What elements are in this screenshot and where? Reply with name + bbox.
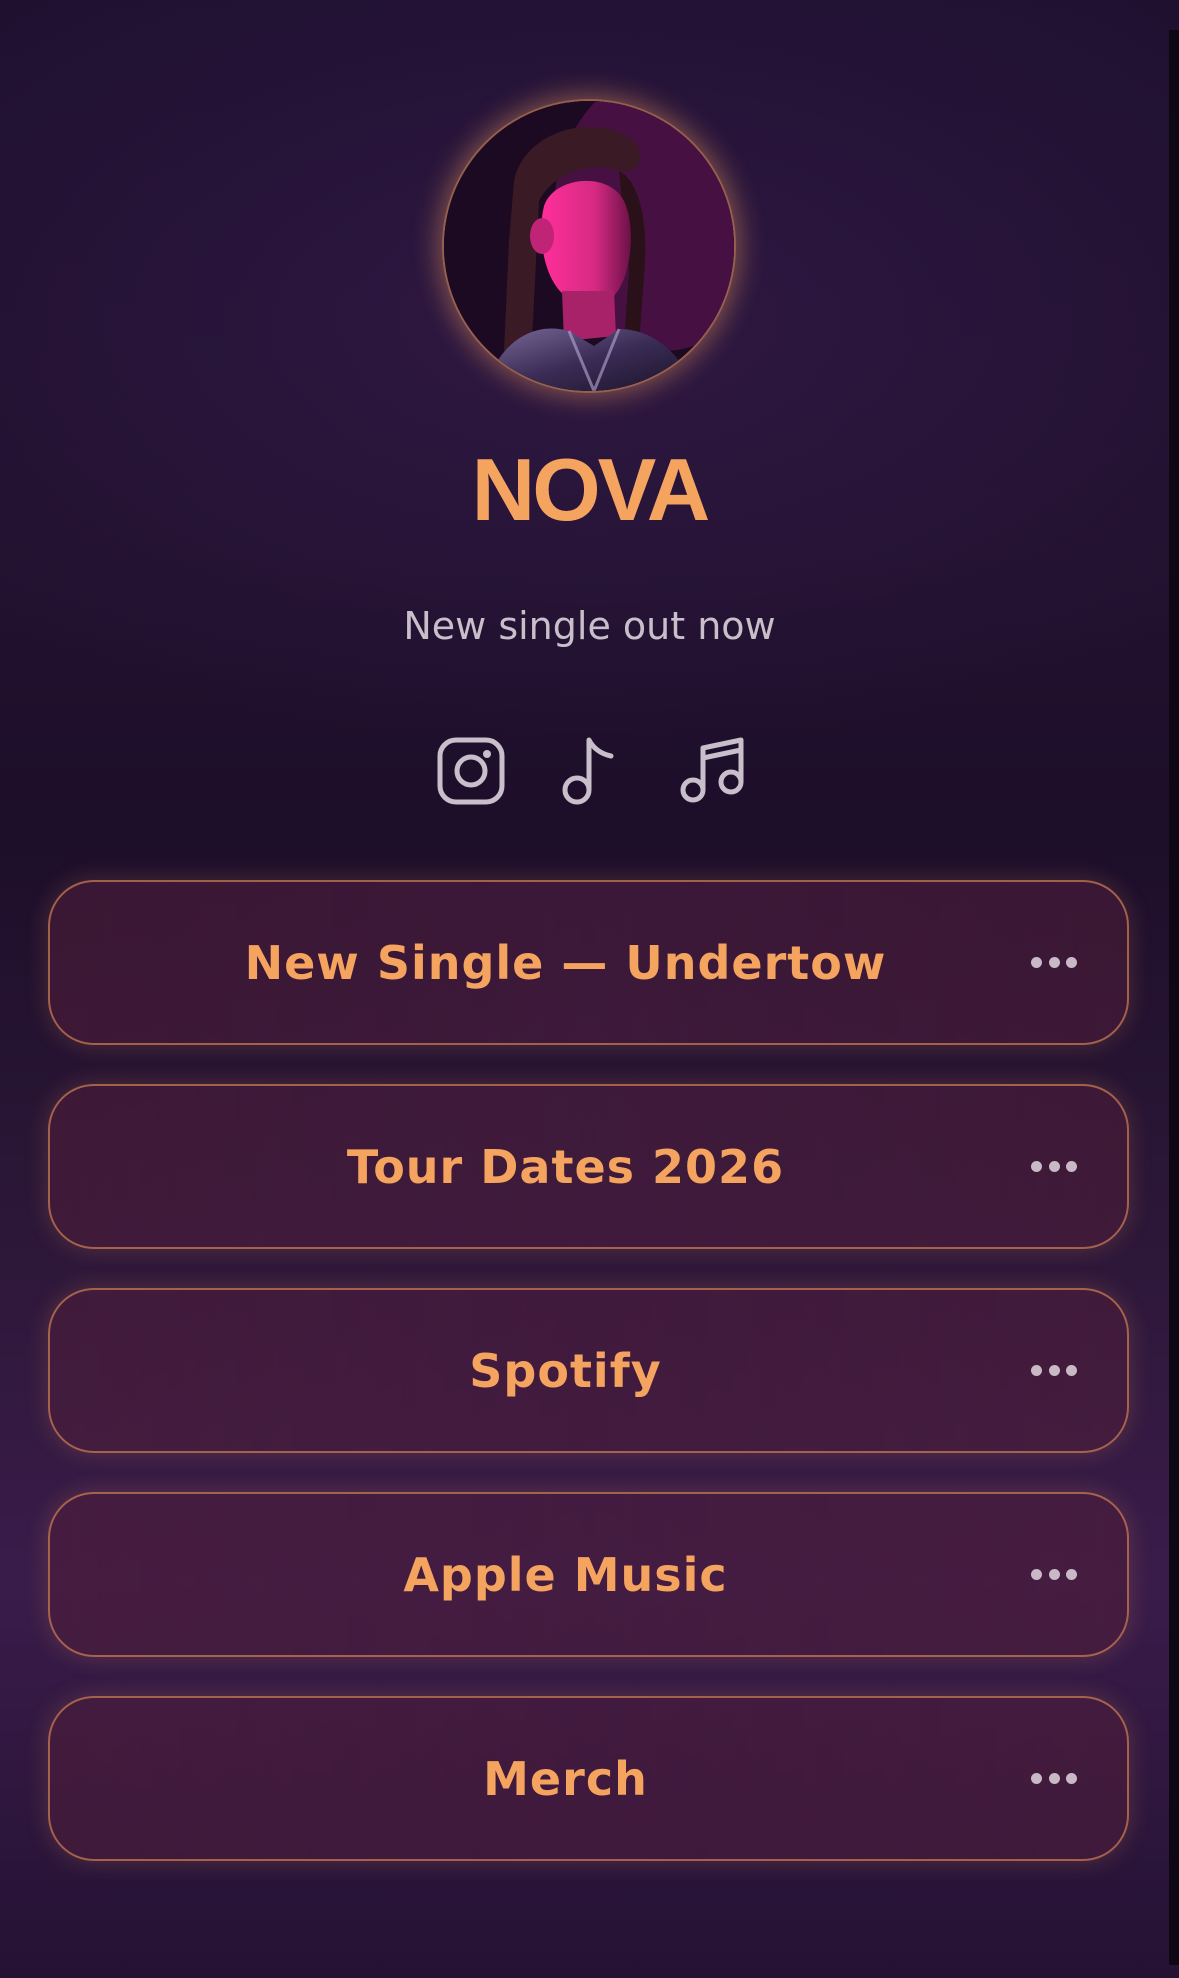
link-label: New Single — Undertow <box>244 935 887 990</box>
link-button-new-single[interactable]: New Single — Undertow <box>48 880 1129 1045</box>
link-label: Merch <box>483 1751 648 1806</box>
avatar-portrait <box>444 101 734 391</box>
link-button-tour-dates[interactable]: Tour Dates 2026 <box>48 1084 1129 1249</box>
more-options-icon[interactable] <box>1021 1351 1087 1391</box>
tagline: New single out now <box>403 604 776 648</box>
more-options-icon[interactable] <box>1021 1147 1087 1187</box>
scrollbar[interactable] <box>1169 30 1179 1965</box>
avatar <box>444 101 734 391</box>
more-options-icon[interactable] <box>1021 943 1087 983</box>
social-links <box>0 734 1179 808</box>
instagram-icon[interactable] <box>434 734 508 808</box>
more-options-icon[interactable] <box>1021 1555 1087 1595</box>
link-label: Tour Dates 2026 <box>346 1139 785 1194</box>
artist-name: NOVA <box>471 440 711 539</box>
tiktok-icon[interactable] <box>553 734 627 808</box>
music-notes-icon[interactable] <box>675 734 749 808</box>
link-label: Apple Music <box>403 1547 728 1602</box>
link-button-spotify[interactable]: Spotify <box>48 1288 1129 1453</box>
link-button-apple-music[interactable]: Apple Music <box>48 1492 1129 1657</box>
link-button-merch[interactable]: Merch <box>48 1696 1129 1861</box>
more-options-icon[interactable] <box>1021 1759 1087 1799</box>
link-label: Spotify <box>469 1343 662 1398</box>
